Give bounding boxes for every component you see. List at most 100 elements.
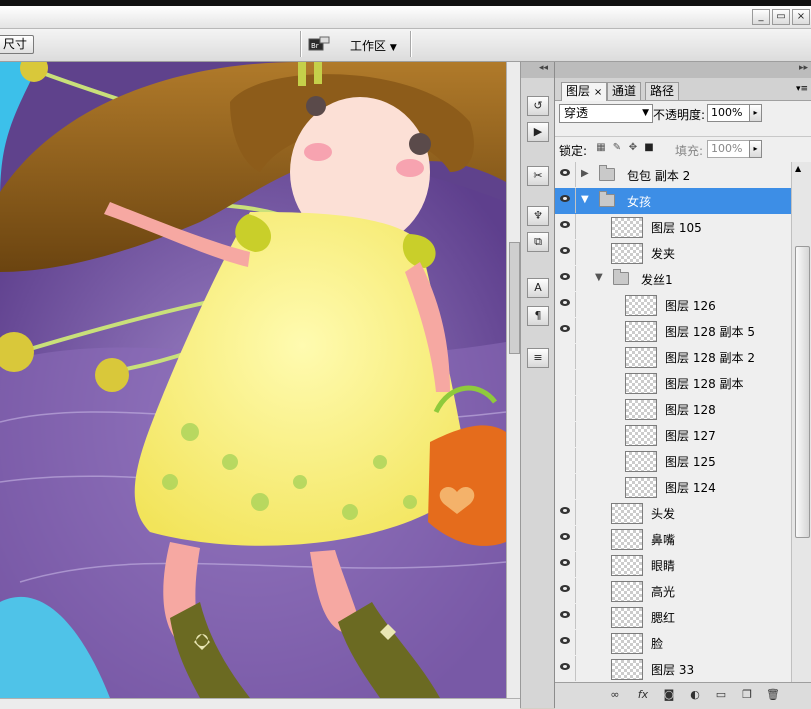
print-size-button[interactable]: 尺寸 bbox=[0, 35, 35, 54]
blend-mode-value: 穿透 bbox=[564, 106, 589, 120]
visibility-toggle[interactable] bbox=[555, 318, 576, 343]
visibility-toggle[interactable] bbox=[555, 500, 576, 525]
layer-row[interactable]: ▼ 发丝1 bbox=[555, 266, 791, 293]
opacity-input[interactable]: 100% bbox=[707, 104, 750, 122]
actions-icon[interactable]: ▶ bbox=[527, 122, 549, 142]
layer-row[interactable]: 腮红 bbox=[555, 604, 791, 631]
scroll-thumb[interactable] bbox=[509, 242, 520, 354]
fill-input[interactable]: 100% bbox=[707, 140, 750, 158]
panel-menu-icon[interactable]: ▾≡ bbox=[796, 84, 808, 94]
lock-transparency-icon[interactable]: ▦ bbox=[595, 142, 607, 154]
layer-row[interactable]: 头发 bbox=[555, 500, 791, 527]
restore-button[interactable]: ▭ bbox=[772, 9, 790, 25]
collapse-icon[interactable]: ◂◂ bbox=[539, 63, 548, 73]
layer-row[interactable]: 图层 33 bbox=[555, 656, 791, 682]
layer-row[interactable]: ▼ 女孩 bbox=[555, 188, 791, 215]
layer-thumbnail bbox=[611, 581, 643, 602]
layer-name: 鼻嘴 bbox=[651, 533, 676, 547]
layer-row[interactable]: 鼻嘴 bbox=[555, 526, 791, 553]
paragraph-icon[interactable]: ¶ bbox=[527, 306, 549, 326]
history-icon[interactable]: ↺ bbox=[527, 96, 549, 116]
canvas-vertical-scrollbar[interactable] bbox=[506, 62, 521, 698]
expand-right-icon[interactable]: ▶ bbox=[581, 168, 589, 179]
eye-icon bbox=[560, 299, 570, 306]
visibility-toggle[interactable] bbox=[555, 344, 576, 369]
visibility-toggle[interactable] bbox=[555, 292, 576, 317]
visibility-toggle[interactable] bbox=[555, 162, 576, 187]
layer-row[interactable]: 图层 127 bbox=[555, 422, 791, 449]
brushes-icon[interactable]: ♆ bbox=[527, 206, 549, 226]
visibility-toggle[interactable] bbox=[555, 370, 576, 395]
close-button[interactable]: × bbox=[792, 9, 810, 25]
bridge-icon[interactable]: Br bbox=[308, 36, 330, 52]
layer-name: 图层 33 bbox=[651, 663, 695, 677]
mask-icon[interactable]: ◙ bbox=[661, 688, 677, 702]
layer-row[interactable]: 图层 128 bbox=[555, 396, 791, 423]
opacity-slider-button[interactable]: ▸ bbox=[749, 104, 762, 122]
tab-paths[interactable]: 路径 bbox=[645, 82, 680, 100]
layer-row[interactable]: ▶ 包包 副本 2 bbox=[555, 162, 791, 189]
layer-row[interactable]: 图层 124 bbox=[555, 474, 791, 501]
character-icon[interactable]: A bbox=[527, 278, 549, 298]
new-layer-icon[interactable]: ❐ bbox=[739, 688, 755, 702]
layer-row[interactable]: 图层 125 bbox=[555, 448, 791, 475]
visibility-toggle[interactable] bbox=[555, 474, 576, 499]
expand-icon[interactable]: ▸▸ bbox=[799, 63, 808, 73]
scroll-thumb[interactable] bbox=[795, 246, 810, 538]
layers-scrollbar[interactable]: ▲ bbox=[791, 162, 811, 682]
layer-comps-icon[interactable]: ≡ bbox=[527, 348, 549, 368]
visibility-toggle[interactable] bbox=[555, 578, 576, 603]
layer-row[interactable]: 脸 bbox=[555, 630, 791, 657]
document-canvas[interactable] bbox=[0, 62, 506, 698]
lock-all-icon[interactable]: ■ bbox=[643, 142, 655, 154]
group-icon[interactable]: ▭ bbox=[713, 688, 729, 702]
minimize-button[interactable]: _ bbox=[752, 9, 770, 25]
visibility-toggle[interactable] bbox=[555, 630, 576, 655]
visibility-toggle[interactable] bbox=[555, 552, 576, 577]
visibility-toggle[interactable] bbox=[555, 240, 576, 265]
trash-icon[interactable]: 🗑 bbox=[765, 688, 781, 702]
workspace-menu[interactable]: 工作区 ▼ bbox=[350, 37, 397, 54]
visibility-toggle[interactable] bbox=[555, 604, 576, 629]
fill-slider-button[interactable]: ▸ bbox=[749, 140, 762, 158]
layer-row[interactable]: 图层 105 bbox=[555, 214, 791, 241]
blend-mode-select[interactable]: 穿透 ▼ bbox=[559, 104, 653, 123]
layer-row[interactable]: 图层 126 bbox=[555, 292, 791, 319]
clone-source-icon[interactable]: ⧉ bbox=[527, 232, 549, 252]
layer-row[interactable]: 图层 128 副本 2 bbox=[555, 344, 791, 371]
visibility-toggle[interactable] bbox=[555, 266, 576, 291]
tab-layers[interactable]: 图层 × bbox=[561, 82, 608, 101]
lock-pixels-icon[interactable]: ✎ bbox=[611, 142, 623, 154]
visibility-toggle[interactable] bbox=[555, 422, 576, 447]
visibility-toggle[interactable] bbox=[555, 188, 576, 213]
layer-row[interactable]: 眼睛 bbox=[555, 552, 791, 579]
visibility-toggle[interactable] bbox=[555, 214, 576, 239]
layer-row[interactable]: 高光 bbox=[555, 578, 791, 605]
visibility-toggle[interactable] bbox=[555, 656, 576, 681]
eye-icon bbox=[560, 585, 570, 592]
layer-name: 图层 126 bbox=[665, 299, 716, 313]
adjustment-icon[interactable]: ◐ bbox=[687, 688, 703, 702]
layer-row[interactable]: 图层 128 副本 bbox=[555, 370, 791, 397]
workspace-label: 工作区 bbox=[350, 39, 387, 53]
layer-row[interactable]: 图层 128 副本 5 bbox=[555, 318, 791, 345]
visibility-toggle[interactable] bbox=[555, 448, 576, 473]
expand-down-icon[interactable]: ▼ bbox=[595, 272, 603, 283]
layer-row[interactable]: 发夹 bbox=[555, 240, 791, 267]
tab-channels[interactable]: 通道 bbox=[607, 82, 642, 100]
expand-down-icon[interactable]: ▼ bbox=[581, 194, 589, 205]
tool-presets-icon[interactable]: ✂ bbox=[527, 166, 549, 186]
visibility-toggle[interactable] bbox=[555, 526, 576, 551]
canvas-horizontal-scrollbar[interactable] bbox=[0, 698, 520, 709]
layer-name: 女孩 bbox=[627, 195, 652, 209]
scroll-up-icon[interactable]: ▲ bbox=[795, 164, 801, 173]
layer-thumbnail bbox=[611, 633, 643, 654]
fx-icon[interactable]: fx bbox=[635, 688, 651, 702]
layer-name: 发丝1 bbox=[641, 273, 673, 287]
link-icon[interactable]: ∞ bbox=[607, 688, 623, 702]
close-icon[interactable]: × bbox=[594, 87, 602, 98]
lock-position-icon[interactable]: ✥ bbox=[627, 142, 639, 154]
eye-icon bbox=[560, 637, 570, 644]
eye-icon bbox=[560, 169, 570, 176]
visibility-toggle[interactable] bbox=[555, 396, 576, 421]
